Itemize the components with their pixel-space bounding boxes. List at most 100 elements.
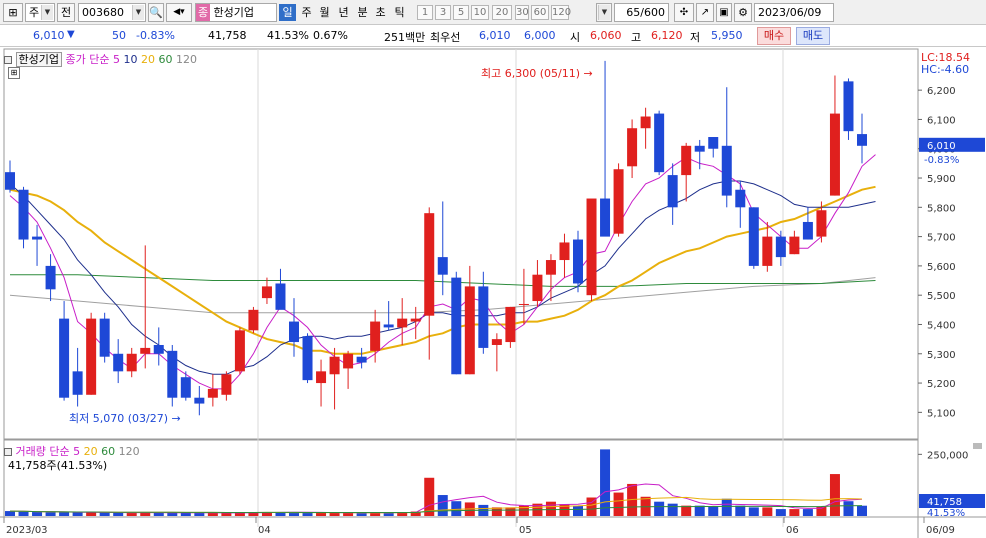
current-change-tag-text: -0.83% [924, 155, 959, 166]
low-price: 5,950 [711, 29, 743, 42]
chart-menu-icon[interactable]: ⊞ [3, 3, 23, 22]
candle-body [654, 113, 665, 173]
volume-bar [343, 512, 354, 516]
panel-resize-icon [973, 443, 982, 449]
speaker-icon[interactable]: ◀▾ [166, 3, 192, 22]
candle-body [451, 277, 462, 375]
price-tick-label: 5,900 [927, 174, 956, 185]
candle-body [789, 236, 800, 255]
candle-body [140, 347, 151, 354]
chevron-down-icon: ▼ [598, 5, 610, 20]
stock-name-badge: 종 [196, 4, 210, 21]
candle-body [5, 172, 15, 190]
volume-bar [356, 513, 367, 516]
candle-body [694, 145, 705, 152]
price-tick-label: 5,800 [927, 203, 956, 214]
candle-body [248, 309, 259, 331]
tab-period-2[interactable]: 월 [316, 4, 333, 21]
stock-code-input[interactable]: 003680 ▼ [78, 3, 146, 22]
legend-stock-name[interactable]: 한성기업 [15, 52, 62, 67]
tab-period-5[interactable]: 초 [372, 4, 389, 21]
volume-bar [126, 513, 137, 516]
candle-body [802, 221, 813, 240]
search-icon[interactable]: 🔍 [148, 3, 164, 22]
high-label: 고 [631, 31, 642, 44]
interval-dropdown[interactable]: ▼ [596, 3, 612, 22]
volume-tick-label: 250,000 [927, 450, 968, 461]
interval-button-5[interactable]: 5 [453, 5, 469, 20]
candle-body [681, 145, 692, 176]
candle-body [302, 336, 313, 381]
save-icon[interactable]: ▣ [716, 3, 732, 22]
grid-icon[interactable]: ⊞ [8, 67, 20, 79]
interval-button-120[interactable]: 120 [551, 5, 571, 20]
volume-bar [505, 507, 516, 516]
stock-type-label: 주 [29, 6, 40, 19]
candle-body [627, 128, 638, 167]
quote-bar: 6,010 ▼ 50 -0.83% 41,758 41.53% 0.67% 25… [0, 25, 986, 47]
buy-button[interactable]: 매수 [757, 27, 791, 45]
candle-body [816, 210, 827, 237]
candle-body [126, 353, 137, 372]
candle-body [18, 189, 29, 240]
legend-box-icon [4, 448, 12, 456]
tab-period-0[interactable]: 일 [279, 4, 296, 21]
volume-bar [667, 503, 678, 516]
volume-bar [735, 505, 746, 516]
candle-body [437, 257, 448, 275]
stock-type-select[interactable]: 주 ▼ [25, 3, 55, 22]
candle-body [843, 81, 854, 132]
date-input[interactable]: 2023/06/09 [754, 3, 834, 22]
x-axis-label: 05 [519, 525, 532, 536]
candle-body [775, 236, 786, 258]
volume-bar [829, 474, 840, 516]
candle-body [316, 371, 327, 384]
tab-period-1[interactable]: 주 [298, 4, 315, 21]
crosshair-icon[interactable]: ✣ [674, 3, 694, 22]
volume-bar [207, 513, 218, 516]
prev-button[interactable]: 전 [57, 3, 75, 22]
candle-body [329, 356, 340, 375]
interval-button-1[interactable]: 1 [417, 5, 433, 20]
candle-body [72, 371, 83, 395]
count-input[interactable]: 65/600 [614, 3, 669, 22]
volume-bar [99, 512, 110, 516]
tab-period-3[interactable]: 년 [335, 4, 352, 21]
candle-body [667, 175, 678, 208]
legend-ma20: 20 [140, 53, 155, 66]
legend-ma120: 120 [175, 53, 197, 66]
interval-button-30[interactable]: 30 [515, 5, 529, 20]
candle-body [721, 145, 732, 196]
candle-body [464, 286, 475, 375]
volume-bar [857, 505, 867, 516]
volume-ma-line-5 [9, 483, 863, 514]
tab-period-6[interactable]: 틱 [391, 4, 408, 21]
candle-body [261, 286, 272, 299]
volume-bar [721, 498, 732, 516]
stock-name-field[interactable]: 종 한성기업 [195, 3, 277, 22]
volume-bar [451, 501, 462, 516]
gear-icon[interactable]: ⚙ [734, 3, 752, 22]
interval-button-60[interactable]: 60 [531, 5, 549, 20]
legend-ma10: 10 [123, 53, 138, 66]
candle-body [234, 330, 245, 372]
interval-button-20[interactable]: 20 [492, 5, 512, 20]
line-tool-icon[interactable]: ↗ [696, 3, 714, 22]
volume-bar [32, 512, 43, 516]
candle-body [370, 321, 381, 351]
interval-button-3[interactable]: 3 [435, 5, 451, 20]
volume-bar [843, 501, 854, 516]
candle-body [762, 236, 773, 266]
trade-amount: 251백만 [384, 31, 426, 44]
price-tick-label: 5,100 [927, 408, 956, 419]
candle-body [59, 318, 70, 398]
best-ask: 6,010 [479, 29, 511, 42]
tab-period-4[interactable]: 분 [354, 4, 371, 21]
sell-button[interactable]: 매도 [796, 27, 830, 45]
chevron-down-icon: ▼ [41, 5, 53, 20]
candle-body [153, 344, 164, 354]
interval-button-10[interactable]: 10 [471, 5, 489, 20]
price-legend: 한성기업 종가 단순 5 10 20 60 120 [4, 51, 197, 67]
chart-canvas[interactable]: 6,2006,1006,0005,9005,8005,7005,6005,500… [0, 47, 986, 538]
stock-chart[interactable]: 6,2006,1006,0005,9005,8005,7005,6005,500… [0, 47, 986, 538]
